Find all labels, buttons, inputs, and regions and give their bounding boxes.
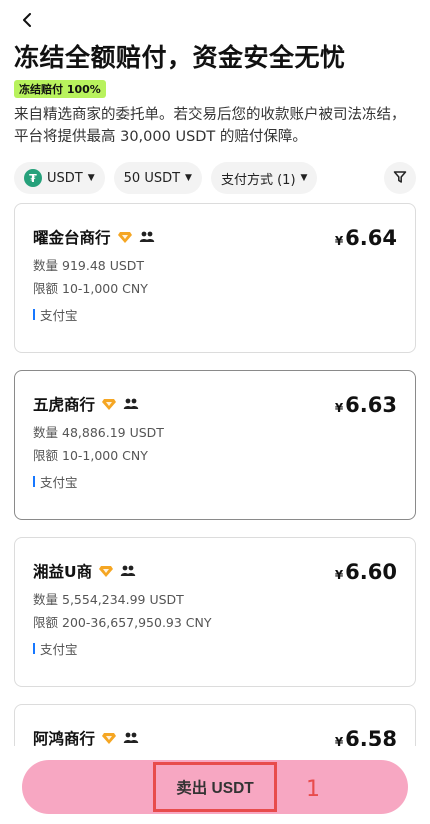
quantity-value: 919.48 USDT — [62, 258, 145, 273]
payment-method: 支付宝 — [33, 472, 397, 491]
price: ¥ 6.58 — [335, 727, 397, 746]
payment-selector[interactable]: 支付方式 (1) ▼ — [210, 162, 318, 194]
limit-value: 10-1,000 CNY — [62, 281, 148, 296]
diamond-icon — [101, 730, 117, 746]
top-bar — [0, 0, 430, 40]
sell-bar: 卖出 USDT — [22, 760, 408, 814]
payment-method-label: 支付宝 — [40, 308, 78, 323]
payment-method-label: 支付宝 — [40, 642, 78, 657]
limit-row: 限额 200-36,657,950.93 CNY — [33, 615, 397, 631]
limit-value: 200-36,657,950.93 CNY — [62, 615, 212, 630]
caret-down-icon: ▼ — [185, 173, 192, 183]
filter-icon — [393, 169, 407, 188]
currency-symbol: ¥ — [334, 735, 344, 746]
quantity-row: 数量 5,554,234.99 USDT — [33, 592, 397, 608]
payment-indicator — [33, 476, 35, 487]
coin-selector[interactable]: ₮ USDT ▼ — [14, 162, 105, 194]
price: ¥ 6.63 — [335, 393, 397, 417]
merchant-name: 曜金台商行 — [33, 229, 111, 247]
limit-value: 10-1,000 CNY — [62, 448, 148, 463]
filter-button[interactable] — [384, 162, 416, 194]
price-value: 6.64 — [345, 226, 397, 250]
price-value: 6.58 — [345, 727, 397, 746]
tether-icon: ₮ — [24, 169, 42, 187]
amount-selector-label: 50 USDT — [123, 170, 181, 186]
quantity-label: 数量 — [33, 425, 59, 440]
quantity-value: 5,554,234.99 USDT — [62, 592, 184, 607]
diamond-icon — [117, 229, 133, 245]
limit-label: 限额 — [33, 615, 59, 630]
currency-symbol: ¥ — [334, 401, 344, 415]
merchant-name: 阿鸿商行 — [33, 730, 96, 746]
diamond-icon — [101, 396, 117, 412]
compensation-badge: 冻结赔付 100% — [14, 80, 106, 98]
people-icon — [120, 563, 136, 579]
currency-symbol: ¥ — [334, 568, 344, 582]
quantity-value: 48,886.19 USDT — [62, 425, 164, 440]
currency-symbol: ¥ — [334, 234, 344, 248]
limit-label: 限额 — [33, 448, 59, 463]
amount-selector[interactable]: 50 USDT ▼ — [113, 162, 202, 194]
quantity-row: 数量 919.48 USDT — [33, 258, 397, 274]
page-description: 来自精选商家的委托单。若交易后您的收款账户被司法冻结，平台将提供最高 30,00… — [14, 107, 406, 145]
people-icon — [139, 229, 155, 245]
sell-usdt-button[interactable]: 卖出 USDT — [153, 762, 277, 812]
merchant-card[interactable]: 湘益U商 ¥ 6.60 数量 5,554,234.99 USDT 限额 200-… — [14, 537, 416, 687]
merchant-card[interactable]: 阿鸿商行 ¥ 6.58 — [14, 704, 416, 746]
caret-down-icon: ▼ — [300, 173, 308, 183]
limit-row: 限额 10-1,000 CNY — [33, 448, 397, 464]
people-icon — [123, 396, 139, 412]
merchant-name: 湘益U商 — [33, 563, 93, 581]
quantity-label: 数量 — [33, 592, 59, 607]
people-icon — [123, 730, 139, 746]
filter-bar: ₮ USDT ▼ 50 USDT ▼ 支付方式 (1) ▼ — [0, 148, 430, 194]
quantity-row: 数量 48,886.19 USDT — [33, 425, 397, 441]
payment-indicator — [33, 309, 35, 320]
price-value: 6.60 — [345, 560, 397, 584]
price-value: 6.63 — [345, 393, 397, 417]
limit-label: 限额 — [33, 281, 59, 296]
limit-row: 限额 10-1,000 CNY — [33, 281, 397, 297]
payment-method: 支付宝 — [33, 305, 397, 324]
caret-down-icon: ▼ — [87, 173, 95, 183]
price: ¥ 6.60 — [335, 560, 397, 584]
payment-indicator — [33, 643, 35, 654]
diamond-icon — [98, 563, 114, 579]
coin-selector-label: USDT — [47, 170, 83, 186]
payment-method: 支付宝 — [33, 639, 397, 658]
annotation-label: 1 — [306, 777, 320, 802]
merchant-list[interactable]: 曜金台商行 ¥ 6.64 数量 919.48 USDT 限额 10-1,000 … — [14, 203, 416, 746]
page-title: 冻结全额赔付，资金安全无忧 — [14, 43, 346, 72]
quantity-label: 数量 — [33, 258, 59, 273]
payment-selector-label: 支付方式 (1) — [220, 172, 296, 188]
merchant-name: 五虎商行 — [33, 396, 96, 414]
back-icon[interactable] — [16, 9, 38, 31]
payment-method-label: 支付宝 — [40, 475, 78, 490]
price: ¥ 6.64 — [335, 226, 397, 250]
merchant-card[interactable]: 曜金台商行 ¥ 6.64 数量 919.48 USDT 限额 10-1,000 … — [14, 203, 416, 353]
merchant-card[interactable]: 五虎商行 ¥ 6.63 数量 48,886.19 USDT 限额 10-1,00… — [14, 370, 416, 520]
